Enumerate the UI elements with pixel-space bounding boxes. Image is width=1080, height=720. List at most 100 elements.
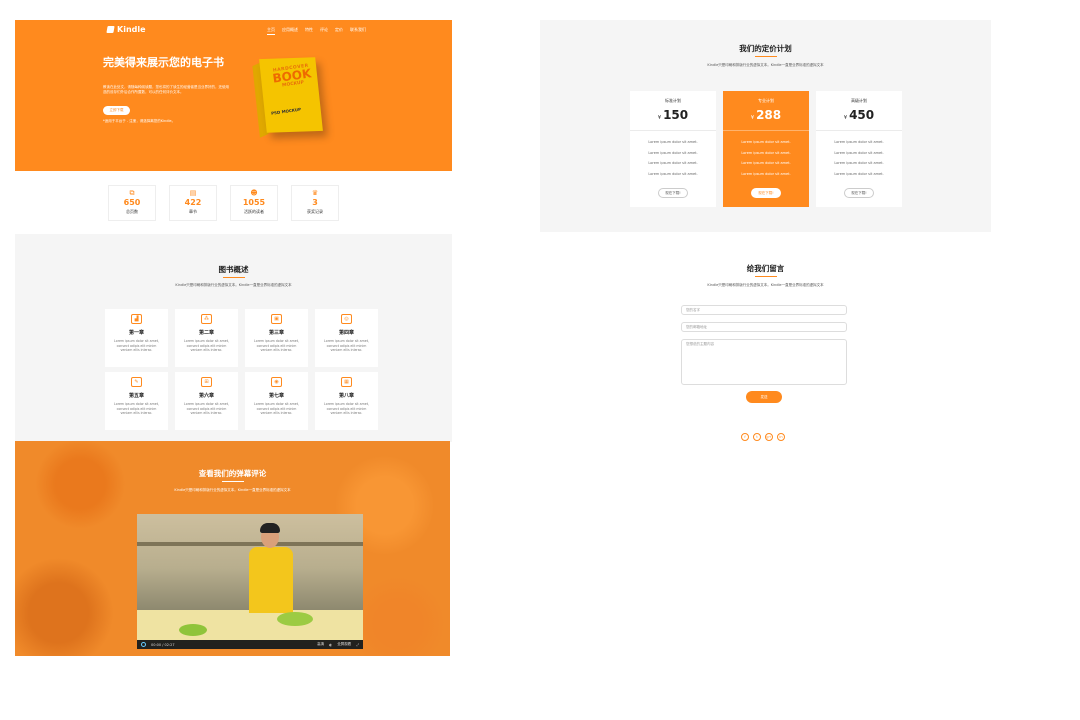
linkedin-icon[interactable]: in [777,433,785,441]
plan-divider [723,130,809,131]
document-icon: ▤ [189,189,197,197]
plan-name: 专业计划 [758,98,774,103]
book-mockup-image: HARDCOVER BOOK MOCKUP PSD MOCKUP [252,57,323,138]
quality-button[interactable]: 高清 [317,642,324,647]
nav-home[interactable]: 主页 [267,27,275,35]
pricing-section: 我们的定价计划 Kindle只是印刷和排版行业的虚拟文本。Kindle一直是业界… [540,20,991,232]
chapter-card[interactable]: ⁂ 第二章 Lorem ipsum dolor sit amet, consec… [175,309,238,367]
users-icon: ☻ [250,189,258,197]
chapter-card[interactable]: ⊞ 第六章 Lorem ipsum dolor sit amet, consec… [175,372,238,430]
plan-divider [630,130,716,131]
plan-price: ¥150 [630,108,716,122]
video-player[interactable]: 00:00 / 02:27 高清 ◐ 全屏观看 ⤢ [137,514,363,649]
stat-card: ▤ 422 章节 [169,185,217,221]
video-frame-greens [277,612,313,626]
price-value: 450 [849,108,875,122]
video-controls: 00:00 / 02:27 高清 ◐ 全屏观看 ⤢ [137,640,363,649]
chapter-title: 第一章 [128,330,144,336]
chapter-text: Lorem ipsum dolor sit amet, consect adip… [184,402,229,415]
plan-card-standard: 标准计划 ¥150 Lorem ipsum dolor sit amet. Lo… [630,91,716,207]
pricing-subtitle: Kindle只是印刷和排版行业的虚拟文本。Kindle一直是业界标准的虚拟文本 [707,63,824,67]
chapter-text: Lorem ipsum dolor sit amet, consect adip… [114,402,159,415]
plan-features: Lorem ipsum dolor sit amet. Lorem ipsum … [723,137,809,179]
name-input[interactable]: 您的名字 [681,305,847,315]
chapter-card[interactable]: ◎ 第四章 Lorem ipsum dolor sit amet, consec… [315,309,378,367]
title-underline [754,276,777,277]
pricing-plans: 标准计划 ¥150 Lorem ipsum dolor sit amet. Lo… [630,91,902,207]
video-frame-person-hair [260,523,280,533]
chart-icon: ▟ [131,314,142,324]
plan-price: ¥450 [816,108,902,122]
stat-value: 3 [312,198,318,207]
social-links: f t g+ in [741,433,785,441]
plan-download-button[interactable]: 现在下载! [751,188,781,198]
clipboard-icon: ▦ [341,377,352,387]
chapter-text: Lorem ipsum dolor sit amet, consect adip… [324,339,369,352]
nav-features[interactable]: 特性 [305,27,313,35]
download-button[interactable]: 立即下载 [103,106,130,115]
facebook-icon[interactable]: f [741,433,749,441]
hero-note: *适用于平台于 - 注册，请选择离您的Kindle。 [103,119,176,123]
contact-title: 给我们留言 [746,264,785,273]
title-underline [222,277,245,278]
contact-subtitle: Kindle只是印刷和排版行业的虚拟文本。Kindle一直是业界标准的虚拟文本 [707,283,824,287]
plan-feature: Lorem ipsum dolor sit amet. [648,161,698,165]
chapter-card[interactable]: ◉ 第七章 Lorem ipsum dolor sit amet, consec… [245,372,308,430]
price-value: 288 [756,108,782,122]
note-icon: ✎ [131,377,142,387]
stat-label: 活跃的读者 [244,209,264,214]
stat-label: 获奖记录 [307,209,323,214]
brand-logo[interactable]: Kindle [106,25,146,34]
plan-download-button[interactable]: 现在下载! [844,188,874,198]
chapter-grid: ▟ 第一章 Lorem ipsum dolor sit amet, consec… [105,309,378,430]
plan-feature: Lorem ipsum dolor sit amet. [648,171,698,176]
eye-icon: ◉ [271,377,282,387]
nav-overview[interactable]: 应用概述 [282,27,298,35]
stat-value: 1055 [242,198,266,207]
chapter-card[interactable]: ▦ 第八章 Lorem ipsum dolor sit amet, consec… [315,372,378,430]
chapter-title: 第八章 [338,393,354,399]
plan-feature: Lorem ipsum dolor sit amet. [834,140,884,144]
google-plus-icon[interactable]: g+ [765,433,773,441]
twitter-icon[interactable]: t [753,433,761,441]
plan-feature: Lorem ipsum dolor sit amet. [834,171,884,176]
send-button[interactable]: 发送 [746,391,782,403]
chapter-title: 第六章 [198,393,214,399]
plan-feature: Lorem ipsum dolor sit amet. [741,140,791,144]
hero-title: 完美得来展示您的电子书 [103,56,224,69]
volume-icon[interactable]: ◐ [329,643,332,647]
nav-pricing[interactable]: 定价 [335,27,343,35]
message-textarea[interactable]: 您想说的主题内容 [681,339,847,385]
chapter-title: 第四章 [338,330,354,336]
stat-value: 422 [184,198,202,207]
plan-card-pro: 专业计划 ¥288 Lorem ipsum dolor sit amet. Lo… [723,91,809,207]
title-underline [221,481,244,482]
chapter-title: 第五章 [128,393,144,399]
main-nav: 主页 应用概述 特性 评论 定价 联系我们 [267,27,366,35]
fullscreen-button[interactable]: 全屏观看 [337,642,351,647]
nav-contact[interactable]: 联系我们 [350,27,366,35]
trophy-icon: ♛ [311,189,319,197]
chapter-card[interactable]: ▟ 第一章 Lorem ipsum dolor sit amet, consec… [105,309,168,367]
target-icon: ◎ [341,314,352,324]
email-input[interactable]: 您的邮箱地址 [681,322,847,332]
brand-name: Kindle [117,25,146,34]
play-icon[interactable] [141,642,146,647]
chapter-text: Lorem ipsum dolor sit amet, consect adip… [114,339,159,352]
plan-download-button[interactable]: 现在下载! [658,188,688,198]
plan-feature: Lorem ipsum dolor sit amet. [834,161,884,165]
plan-feature: Lorem ipsum dolor sit amet. [741,161,791,165]
chapter-card[interactable]: ▣ 第三章 Lorem ipsum dolor sit amet, consec… [245,309,308,367]
plan-card-premium: 高级计划 ¥450 Lorem ipsum dolor sit amet. Lo… [816,91,902,207]
book-icon [106,26,115,33]
overview-title: 图书概述 [218,265,249,274]
stat-value: 650 [123,198,141,207]
video-frame-counter [137,610,363,640]
chapter-card[interactable]: ✎ 第五章 Lorem ipsum dolor sit amet, consec… [105,372,168,430]
plan-features: Lorem ipsum dolor sit amet. Lorem ipsum … [816,137,902,179]
stat-label: 总页数 [126,209,138,214]
nav-reviews[interactable]: 评论 [320,27,328,35]
expand-icon[interactable]: ⤢ [356,643,359,647]
stat-label: 章节 [189,209,197,214]
contact-section: 给我们留言 Kindle只是印刷和排版行业的虚拟文本。Kindle一直是业界标准… [540,250,991,460]
